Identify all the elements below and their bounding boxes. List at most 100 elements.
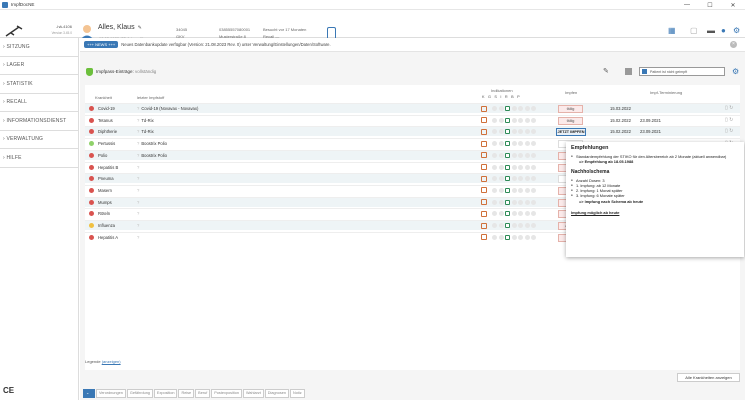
last-vaccine[interactable]: ? <box>137 188 141 193</box>
calendar-icon[interactable] <box>481 164 487 170</box>
indication-dot-icon[interactable] <box>531 176 536 182</box>
news-text[interactable]: Neues Datenbankupdate verfügbar (Version… <box>121 42 330 47</box>
indication-dot-icon[interactable] <box>511 199 517 205</box>
indication-dot-icon[interactable] <box>524 211 530 217</box>
patient-not-vaccinated-toggle[interactable]: Patient ist nicht geimpft <box>639 67 725 76</box>
indication-dot-icon[interactable] <box>524 129 530 135</box>
indication-dot-icon[interactable] <box>492 187 497 193</box>
sidebar-item-statistik[interactable]: › STATISTIK <box>0 75 78 94</box>
indication-markers[interactable] <box>492 211 538 217</box>
indication-dot-icon[interactable] <box>518 223 523 228</box>
indication-dot-icon[interactable] <box>511 234 517 240</box>
indication-dot-icon[interactable] <box>498 141 504 147</box>
indication-dot-icon[interactable] <box>498 176 504 182</box>
table-row[interactable]: Tetanus? Td-Rix fällig 15.02.2022 23.09.2021… <box>85 114 740 125</box>
indication-dot-icon[interactable] <box>498 106 504 111</box>
indication-dot-icon[interactable] <box>524 199 530 205</box>
indication-dot-icon[interactable] <box>511 211 517 217</box>
indication-s-icon[interactable] <box>505 234 510 240</box>
indication-dot-icon[interactable] <box>531 152 536 158</box>
sidebar-item-verwaltung[interactable]: › VERWALTUNG <box>0 131 78 149</box>
last-vaccine[interactable]: ? <box>137 165 141 170</box>
vaccinate-button[interactable]: JETZT IMPFEN <box>556 128 586 137</box>
show-all-diseases-button[interactable]: Alle Krankheiten anzeigen <box>677 373 740 382</box>
close-button[interactable]: ✕ <box>722 0 744 10</box>
indication-markers[interactable] <box>492 106 538 112</box>
indication-s-icon[interactable] <box>505 199 510 205</box>
patient-name[interactable]: Alles, Klaus ✎ <box>98 24 142 31</box>
indication-dot-icon[interactable] <box>498 164 504 170</box>
tabs-collapse-button[interactable]: ⌄ <box>83 389 95 398</box>
indication-dot-icon[interactable] <box>492 106 497 111</box>
indication-s-icon[interactable] <box>505 211 510 217</box>
vaccinate-button[interactable]: fällig <box>558 105 583 113</box>
indication-markers[interactable] <box>492 176 538 182</box>
indication-dot-icon[interactable] <box>511 129 517 135</box>
indication-dot-icon[interactable] <box>511 106 517 111</box>
indication-dot-icon[interactable] <box>492 141 497 147</box>
settings-gear-icon[interactable]: ⚙ <box>733 26 740 35</box>
indication-dot-icon[interactable] <box>524 187 530 193</box>
indication-dot-icon[interactable] <box>531 117 536 123</box>
indication-dot-icon[interactable] <box>498 199 504 205</box>
calendar-icon[interactable] <box>481 117 487 124</box>
indication-dot-icon[interactable] <box>518 164 523 170</box>
indication-dot-icon[interactable] <box>511 164 517 170</box>
sidebar-item-recall[interactable]: › RECALL <box>0 94 78 112</box>
indication-dot-icon[interactable] <box>531 129 536 135</box>
indication-dot-icon[interactable] <box>498 234 504 240</box>
tab-notiz[interactable]: Notiz <box>289 389 305 398</box>
indication-dot-icon[interactable] <box>492 234 497 240</box>
tab-exposition[interactable]: Exposition <box>153 389 178 398</box>
indication-dot-icon[interactable] <box>492 164 497 170</box>
last-vaccine[interactable]: ? Td-Rix <box>137 129 154 134</box>
indication-dot-icon[interactable] <box>518 141 523 147</box>
indication-dot-icon[interactable] <box>511 187 517 193</box>
indication-s-icon[interactable] <box>505 164 510 170</box>
calendar-icon[interactable] <box>481 175 487 182</box>
sidebar-item-hilfe[interactable]: › HILFE <box>0 149 78 168</box>
tab-beruf[interactable]: Beruf <box>195 389 211 398</box>
indication-dot-icon[interactable] <box>498 211 504 217</box>
indication-dot-icon[interactable] <box>518 106 523 111</box>
indication-markers[interactable] <box>492 152 538 159</box>
document-icon[interactable]: ▢ <box>690 26 698 35</box>
indication-dot-icon[interactable] <box>524 117 530 123</box>
tab-reise[interactable]: Reise <box>178 389 195 398</box>
indication-dot-icon[interactable] <box>498 129 504 135</box>
indication-dot-icon[interactable] <box>531 223 536 228</box>
indication-dot-icon[interactable] <box>518 152 523 158</box>
indication-markers[interactable] <box>492 117 538 124</box>
indication-s-icon[interactable] <box>505 106 510 111</box>
indication-dot-icon[interactable] <box>524 223 530 228</box>
calendar-icon[interactable] <box>481 199 487 206</box>
indication-markers[interactable] <box>492 141 538 147</box>
indication-dot-icon[interactable] <box>498 223 504 228</box>
indication-dot-icon[interactable] <box>518 211 523 217</box>
last-vaccine[interactable]: ? Td-Rix <box>137 118 154 123</box>
legend-link[interactable]: (anzeigen) <box>102 359 121 364</box>
indication-dot-icon[interactable] <box>518 129 523 135</box>
indication-s-icon[interactable] <box>505 141 510 147</box>
indication-dot-icon[interactable] <box>518 187 523 193</box>
indication-dot-icon[interactable] <box>498 152 504 158</box>
indication-markers[interactable] <box>492 187 538 194</box>
calendar-icon[interactable] <box>481 140 487 147</box>
table-row[interactable]: Diphtherie? Td-Rix JETZT IMPFEN 15.02.2022 2… <box>85 126 740 137</box>
indication-dot-icon[interactable] <box>492 152 497 158</box>
tab-verordnungen[interactable]: Verordnungen <box>96 389 126 398</box>
indication-dot-icon[interactable] <box>511 117 517 123</box>
calendar-icon[interactable] <box>481 210 487 217</box>
indication-s-icon[interactable] <box>505 223 510 228</box>
indication-dot-icon[interactable] <box>492 211 497 217</box>
calendar-icon[interactable] <box>481 222 487 229</box>
indication-markers[interactable] <box>492 164 538 171</box>
indication-dot-icon[interactable] <box>518 199 523 205</box>
sidebar-item-sitzung[interactable]: › SITZUNG <box>0 38 78 57</box>
indication-dot-icon[interactable] <box>531 234 536 240</box>
indication-dot-icon[interactable] <box>492 129 497 135</box>
indication-dot-icon[interactable] <box>492 199 497 205</box>
indication-markers[interactable] <box>492 199 538 206</box>
last-vaccine[interactable]: ? <box>137 200 141 205</box>
indication-dot-icon[interactable] <box>492 117 497 123</box>
